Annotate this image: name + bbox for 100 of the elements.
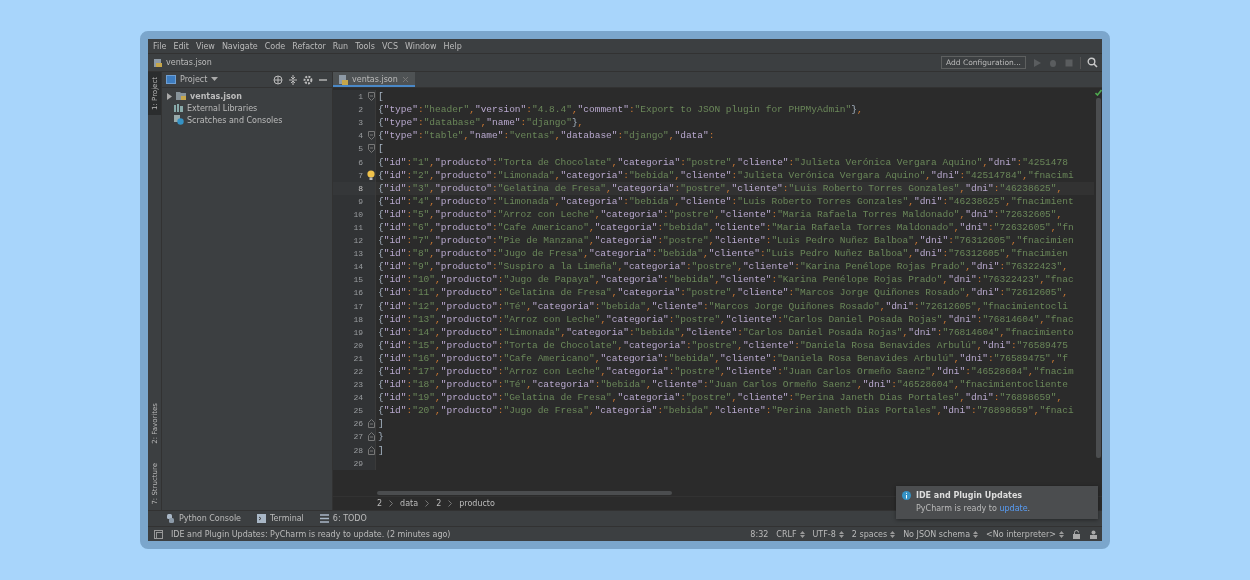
python-icon <box>166 514 175 523</box>
chevron-right-icon <box>389 500 394 507</box>
notification-text: PyCharm is ready to update. <box>915 504 1032 513</box>
menu-item[interactable]: File <box>153 41 167 51</box>
menu-item[interactable]: Navigate <box>221 41 258 51</box>
menu-item[interactable]: Tools <box>355 41 375 51</box>
line-number: 15 <box>352 275 364 285</box>
code-line: {"id":"3","producto":"Gelatina de Fresa","categoria":"postre","cliente":"Luis Roberto Torres Gonzales","dni":"46238625", <box>377 182 1063 194</box>
line-number: 29 <box>352 458 364 468</box>
updown-icon <box>838 530 844 538</box>
breadcrumb-file[interactable]: ventas.json <box>153 57 212 68</box>
fold-icon[interactable] <box>367 144 375 154</box>
search-icon[interactable] <box>1087 57 1098 68</box>
notification-title: IDE and Plugin Updates <box>916 491 1023 500</box>
close-icon[interactable] <box>401 76 409 83</box>
menu-item[interactable]: Refactor <box>292 41 326 51</box>
menu-item[interactable]: Edit <box>173 41 189 51</box>
breadcrumb-item[interactable]: 2 <box>377 499 383 508</box>
code-line: {"id":"4","producto":"Limonada","categoria":"bebida","cliente":"Luis Roberto Torres Gonzales","dni":"46238625","fnacimient <box>377 195 1074 207</box>
fold-end-icon[interactable] <box>367 419 375 429</box>
line-number: 11 <box>352 223 364 232</box>
code-line: {"id":"18","producto":"Té","categoria":"bebida","cliente":"Juan Carlos Ormeño Saenz","dni":"46528604","fnacimientocliente <box>377 379 1068 391</box>
status-widget[interactable]: 8:32 <box>750 529 769 539</box>
code-line: } <box>377 431 384 443</box>
tree-item[interactable]: External Libraries <box>187 103 258 113</box>
code-line: {"id":"8","producto":"Jugo de Fresa","categoria":"bebida","cliente":"Luis Pedro Nuñez Balboa","dni":"76312605","fnacimien <box>377 248 1068 260</box>
tool-window-button[interactable]: Python Console <box>166 514 242 523</box>
code-line: ] <box>377 418 384 430</box>
line-number: 9 <box>357 196 364 206</box>
code-line: [ <box>377 143 384 155</box>
collapse-icon[interactable] <box>288 74 298 85</box>
code-line: {"id":"14","producto":"Limonada","categoria":"bebida","cliente":"Carlos Daniel Posada Rojas","dni":"76814604","fnacimiento <box>377 326 1074 338</box>
window-layout-icon[interactable] <box>154 529 163 539</box>
code-line: {"id":"20","producto":"Jugo de Fresa","categoria":"bebida","cliente":"Perina Janeth Dias Portales","dni":"76898659","fnaci <box>377 405 1074 417</box>
menu-item[interactable]: Window <box>405 41 437 51</box>
fold-icon[interactable] <box>367 92 375 102</box>
lock-icon[interactable] <box>1072 529 1081 539</box>
library-icon <box>174 103 184 113</box>
line-number: 25 <box>352 406 364 416</box>
horizontal-scrollbar[interactable] <box>377 490 672 495</box>
breadcrumb-item[interactable]: data <box>400 499 419 508</box>
debug-icon[interactable] <box>1048 57 1058 68</box>
editor-tab[interactable]: ventas.json <box>333 72 415 87</box>
code-line: {"id":"1","producto":"Torta de Chocolate","categoria":"postre","cliente":"Julieta Verónica Vergara Aquino","dni":"4251478 <box>377 156 1068 168</box>
status-widget[interactable]: 2 spaces <box>851 529 896 539</box>
menu-item[interactable]: VCS <box>381 41 398 51</box>
tool-window-button[interactable]: Terminal <box>257 514 304 523</box>
vertical-scrollbar[interactable] <box>1095 98 1101 458</box>
file-icon <box>339 74 348 85</box>
window-icon <box>166 75 176 84</box>
menu-item[interactable]: Code <box>264 41 286 51</box>
status-widget[interactable]: CRLF <box>776 529 805 539</box>
status-widget[interactable]: <No interpreter> <box>986 529 1064 539</box>
code-line: {"id":"2","producto":"Limonada","categoria":"bebida","cliente":"Julieta Verónica Vergara Aquino","dni":"42514784","fnacimi <box>377 169 1074 181</box>
line-number: 19 <box>352 327 364 337</box>
fold-end-icon[interactable] <box>367 445 375 455</box>
line-number: 8 <box>357 183 364 193</box>
line-number: 1 <box>357 92 364 102</box>
code-line: {"id":"15","producto":"Torta de Chocolate","categoria":"postre","cliente":"Daniela Rosa Benavides Arbulú","dni":"76589475 <box>377 339 1068 351</box>
tree-item[interactable]: ventas.json <box>190 91 243 101</box>
line-number: 14 <box>352 262 364 272</box>
fold-icon[interactable] <box>367 131 375 141</box>
caret-icon <box>211 77 219 82</box>
menu-item[interactable]: View <box>195 41 215 51</box>
line-number: 20 <box>352 340 364 350</box>
tree-item[interactable]: Scratches and Consoles <box>187 115 283 125</box>
folder-icon <box>176 91 187 101</box>
line-number: 23 <box>352 380 364 390</box>
breadcrumb-item[interactable]: 2 <box>436 499 442 508</box>
line-number: 6 <box>357 157 364 167</box>
settings-icon[interactable] <box>303 74 313 85</box>
code-line: ] <box>377 444 384 456</box>
update-link[interactable]: update <box>999 504 1028 513</box>
line-number: 16 <box>352 288 364 298</box>
line-number: 26 <box>352 419 364 429</box>
line-number: 22 <box>352 367 364 376</box>
line-number: 27 <box>352 432 364 442</box>
code-line: {"type":"table","name":"ventas","database":"django","data": <box>377 130 715 142</box>
menu-item[interactable]: Help <box>443 41 462 51</box>
locate-icon[interactable] <box>273 74 283 85</box>
code-line: {"id":"16","producto":"Cafe Americano","categoria":"bebida","cliente":"Daniela Rosa Benavides Arbulú","dni":"76589475","f <box>377 352 1068 364</box>
stop-icon[interactable] <box>1064 57 1074 68</box>
code-line: {"id":"6","producto":"Cafe Americano","categoria":"bebida","cliente":"Maria Rafaela Torres Maldonado","dni":"72632605","fn <box>377 222 1074 233</box>
line-number: 2 <box>357 105 364 115</box>
inspector-icon[interactable] <box>1089 529 1098 539</box>
collapsed-arrow-icon[interactable] <box>166 92 173 100</box>
project-view-dropdown[interactable]: Project <box>166 75 219 84</box>
status-widget[interactable]: No JSON schema <box>903 529 979 539</box>
status-widget[interactable]: UTF-8 <box>812 529 844 539</box>
code-line: {"type":"database","name":"django"}, <box>377 117 584 129</box>
fold-end-icon[interactable] <box>367 432 375 442</box>
tool-window-button[interactable]: 6: TODO <box>319 514 367 523</box>
breadcrumb-item[interactable]: producto <box>459 499 495 508</box>
code-line: [ <box>377 91 384 103</box>
menu-item[interactable]: Run <box>332 41 349 51</box>
updown-icon <box>1059 530 1064 538</box>
lightbulb-icon[interactable] <box>367 170 375 181</box>
run-icon[interactable] <box>1032 57 1042 68</box>
status-message: IDE and Plugin Updates: PyCharm is ready to update. (2 minutes ago) <box>171 529 451 539</box>
line-number: 4 <box>357 131 364 141</box>
